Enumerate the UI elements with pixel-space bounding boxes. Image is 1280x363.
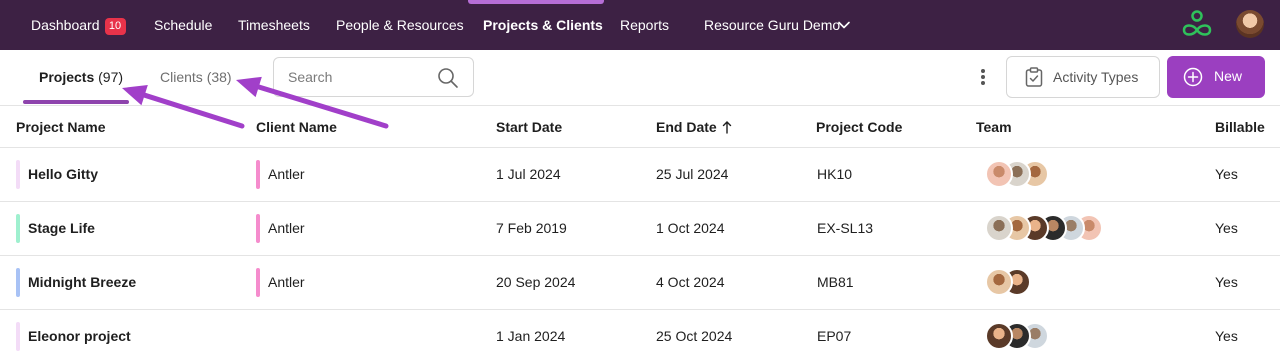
column-project-code[interactable]: Project Code [816,106,902,148]
start-date: 20 Sep 2024 [496,274,576,290]
end-date: 25 Jul 2024 [656,166,729,182]
column-end-date[interactable]: End Date [656,106,732,148]
billable-value: Yes [1215,328,1238,344]
tab-clients-label: Clients [160,69,203,85]
team-member-avatar [985,214,1013,242]
project-color-stripe [16,268,20,297]
project-code: HK10 [817,166,853,182]
nav-timesheets[interactable]: Timesheets [238,0,310,50]
search-input[interactable] [288,67,428,87]
billable-value: Yes [1215,166,1238,182]
project-code: MB81 [817,274,854,290]
column-client-name[interactable]: Client Name [256,106,337,148]
client-color-stripe [256,268,260,297]
end-date: 4 Oct 2024 [656,274,725,290]
client-color-stripe [256,214,260,243]
search-box[interactable] [273,57,474,97]
project-color-stripe [16,160,20,189]
project-name[interactable]: Eleonor project [28,310,131,363]
end-date: 1 Oct 2024 [656,220,725,236]
nav-reports[interactable]: Reports [620,0,669,50]
billable-value: Yes [1215,274,1238,290]
nav-schedule[interactable]: Schedule [154,0,212,50]
table-row[interactable]: Eleonor project 1 Jan 2024 25 Oct 2024 EP07… [0,310,1280,363]
column-end-date-label: End Date [656,119,717,135]
client-color-stripe [256,160,260,189]
project-name[interactable]: Hello Gitty [28,148,98,201]
start-date: 1 Jul 2024 [496,166,561,182]
column-team[interactable]: Team [976,106,1012,148]
team-member-avatar [985,268,1013,296]
start-date: 7 Feb 2019 [496,220,567,236]
team-member-avatar [985,160,1013,188]
nav-people-resources[interactable]: People & Resources [336,0,464,50]
nav-projects-clients[interactable]: Projects & Clients [483,0,603,50]
column-start-date[interactable]: Start Date [496,106,562,148]
project-code: EX-SL13 [817,220,874,236]
tab-clients[interactable]: Clients (38) [160,50,232,104]
chevron-down-icon[interactable] [837,18,851,32]
clipboard-check-icon [1025,67,1043,87]
new-button-label: New [1214,68,1243,84]
new-button[interactable]: New [1167,56,1265,98]
top-nav: Dashboard 10 Schedule Timesheets People &… [0,0,1280,50]
resource-guru-logo-icon[interactable] [1181,9,1213,41]
project-name[interactable]: Midnight Breeze [28,256,136,309]
nav-dashboard[interactable]: Dashboard 10 [31,0,126,50]
user-avatar[interactable] [1236,10,1264,38]
tab-projects-count: (97) [98,69,124,85]
activity-types-label: Activity Types [1053,69,1139,85]
table-row[interactable]: Hello Gitty Antler 1 Jul 2024 25 Jul 2024 HK… [0,148,1280,202]
tab-projects[interactable]: Projects (97) [39,50,123,104]
project-color-stripe [16,322,20,351]
team-member-avatar [985,322,1013,350]
project-code: EP07 [817,328,852,344]
tab-projects-label: Projects [39,69,95,85]
more-options-icon[interactable] [972,65,994,89]
client-name: Antler [268,274,305,290]
column-project-name[interactable]: Project Name [16,106,105,148]
start-date: 1 Jan 2024 [496,328,566,344]
table-row[interactable]: Midnight Breeze Antler 20 Sep 2024 4 Oct 20… [0,256,1280,310]
sort-ascending-icon[interactable] [722,120,732,134]
table-header: Project Name Client Name Start Date End … [0,106,1280,148]
client-name: Antler [268,220,305,236]
client-name: Antler [268,166,305,182]
end-date: 25 Oct 2024 [656,328,733,344]
table-row[interactable]: Stage Life Antler 7 Feb 2019 1 Oct 2024 EX-S… [0,202,1280,256]
project-name[interactable]: Stage Life [28,202,95,255]
active-tab-underline [23,100,129,104]
tab-clients-count: (38) [206,69,232,85]
plus-circle-icon [1183,67,1203,87]
column-billable[interactable]: Billable [1215,106,1265,148]
billable-value: Yes [1215,220,1238,236]
toolbar: Projects (97) Clients (38) Activity Type… [0,50,1280,106]
activity-types-button[interactable]: Activity Types [1006,56,1160,98]
dashboard-count-badge: 10 [104,18,126,35]
search-icon[interactable] [437,67,459,89]
nav-dashboard-label: Dashboard [31,17,100,33]
account-switcher[interactable]: Resource Guru Demo [704,0,840,50]
project-color-stripe [16,214,20,243]
